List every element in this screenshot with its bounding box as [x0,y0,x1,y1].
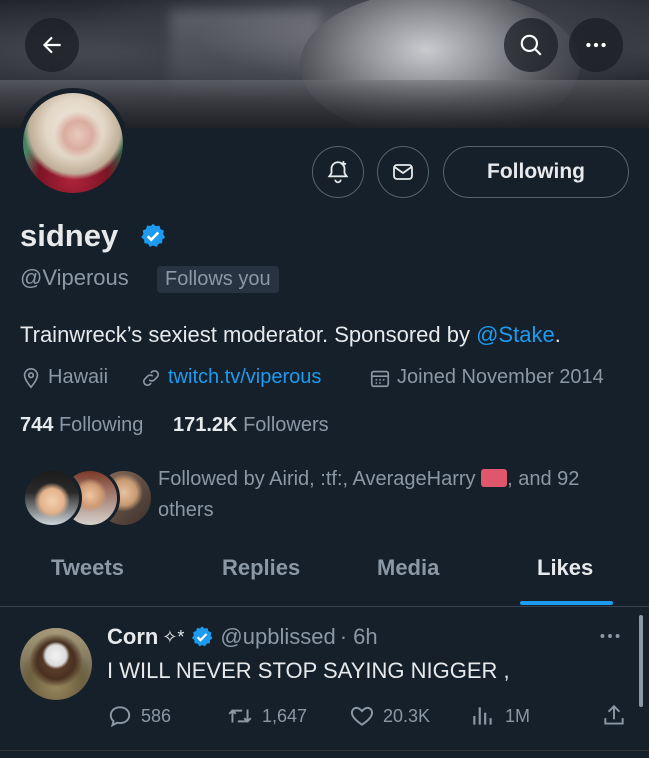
reply-icon [109,706,131,728]
tweet-author-avatar[interactable] [20,628,92,700]
like-button[interactable]: 20.3K [349,703,430,729]
share-icon [604,704,624,725]
search-icon [520,34,542,56]
tweet-header: Corn ✧* @upblissed · 6h [107,624,378,650]
tabs-divider [0,606,649,607]
profile-handle: @Viperous [20,265,129,290]
location-pin-icon [23,367,39,388]
active-tab-indicator [520,601,613,605]
retweet-icon [228,709,252,723]
author-symbols: ✧* [162,626,185,647]
retweet-count: 1,647 [262,705,308,726]
views-count: 1M [505,705,531,726]
scrollbar[interactable] [639,615,643,707]
followed-by-names: Followed by Airid, :tf:, AverageHarry [158,468,476,490]
tab-likes[interactable]: Likes [537,555,593,581]
followers-label: Followers [243,414,329,436]
bio-end: . [554,322,561,347]
join-date: Joined November 2014 [369,366,604,389]
back-arrow-icon [42,36,61,54]
search-button[interactable] [504,18,558,72]
verified-badge-icon [141,223,166,247]
profile-bio: Trainwreck’s sexiest moderator. Sponsore… [20,322,561,348]
tweet-more-icon[interactable] [597,625,623,647]
views-chart-icon [473,707,492,725]
following-button[interactable]: Following [443,146,629,198]
bio-mention-link[interactable]: @Stake [476,322,555,347]
followers-count: 171.2K [173,414,238,436]
reply-count: 586 [141,705,172,726]
ticket-emoji-icon [481,469,508,487]
calendar-icon [370,370,390,387]
profile-name: sidney [20,218,119,253]
following-count-link[interactable]: 744 Following [20,414,143,437]
bio-text: Trainwreck’s sexiest moderator. Sponsore… [20,322,477,347]
message-button[interactable] [377,146,429,198]
following-count: 744 [20,414,54,436]
message-icon [393,164,413,180]
location-text: Hawaii [48,366,109,388]
tweet-text: I WILL NEVER STOP SAYING NIGGER , [107,658,510,683]
tweet-handle[interactable]: @upblissed [220,624,335,650]
profile-avatar[interactable] [18,88,128,198]
retweet-button[interactable]: 1,647 [226,703,307,729]
tweet-divider [0,750,649,751]
link-icon [142,369,160,386]
share-button[interactable] [601,703,635,729]
more-icon [586,42,606,48]
tab-tweets[interactable]: Tweets [51,555,124,581]
location: Hawaii [20,366,108,389]
tweet-author-name[interactable]: Corn [107,624,158,650]
follower-avatar[interactable] [22,468,82,528]
verified-badge-icon [192,626,213,647]
back-button[interactable] [25,18,79,72]
followers-count-link[interactable]: 171.2K Followers [173,414,329,437]
views-button[interactable]: 1M [469,703,530,729]
follows-you-badge: Follows you [157,266,279,293]
heart-icon [350,706,374,726]
followed-by-text[interactable]: Followed by Airid, :tf:, AverageHarry , … [158,464,628,526]
following-label: Following [58,414,144,436]
notification-bell-icon [327,161,349,184]
avatar-image [23,93,123,193]
tweet-time: · 6h [339,624,378,649]
more-button[interactable] [569,18,623,72]
following-button-label: Following [487,160,585,183]
join-date-text: Joined November 2014 [397,366,604,388]
like-count: 20.3K [383,705,431,726]
website-link[interactable]: twitch.tv/viperous [168,366,321,389]
website[interactable]: twitch.tv/viperous [140,366,321,389]
tab-media[interactable]: Media [377,555,439,581]
notifications-button[interactable] [312,146,364,198]
reply-button[interactable]: 586 [107,703,171,729]
tab-replies[interactable]: Replies [222,555,300,581]
